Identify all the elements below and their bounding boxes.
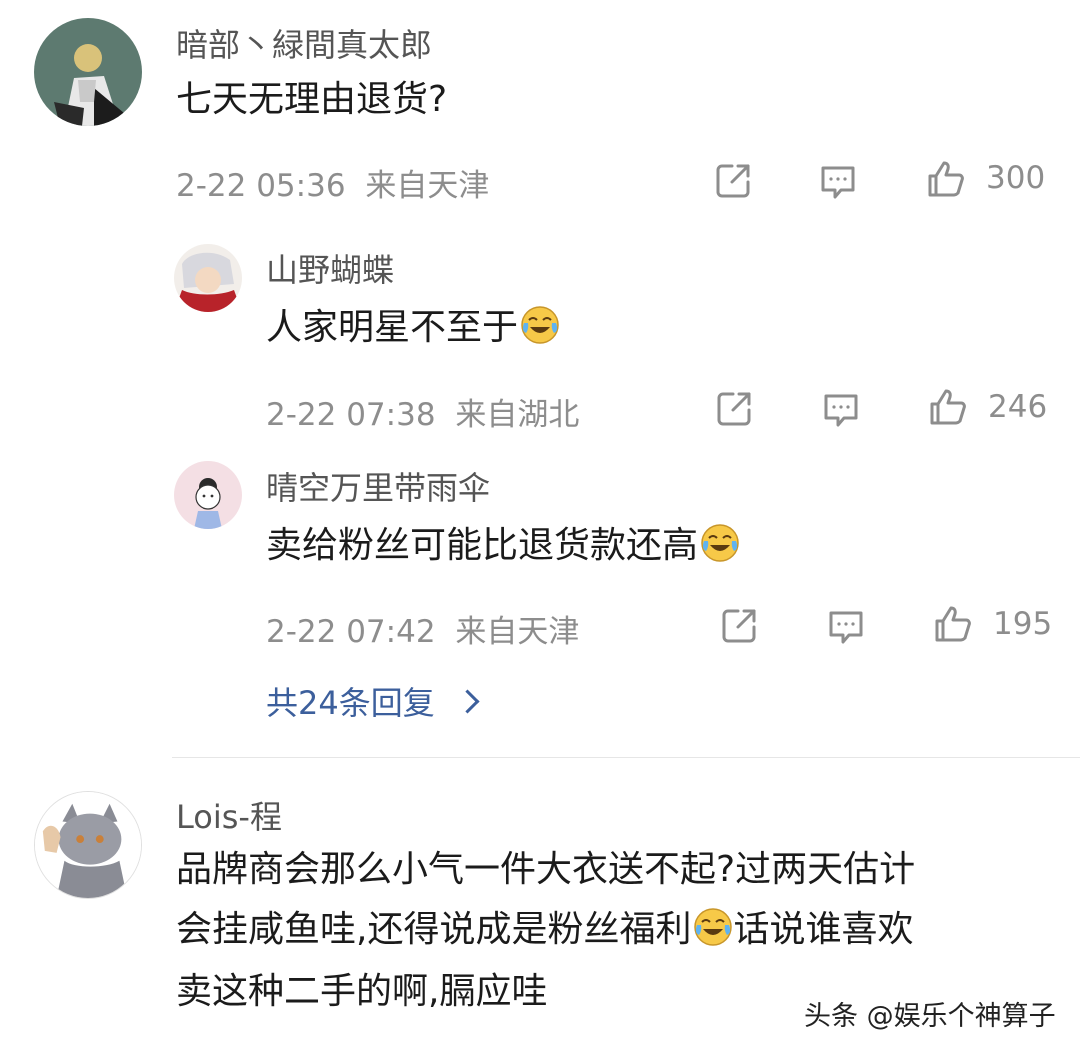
avatar[interactable] xyxy=(34,18,142,126)
comment-meta: 2-22 05:36 来自天津 xyxy=(176,160,489,205)
comment-text-segment: 会挂咸鱼哇,还得说成是粉丝福利 xyxy=(176,909,692,950)
comment-text-line: 会挂咸鱼哇,还得说成是粉丝福利 话说谁喜欢 xyxy=(176,900,913,960)
more-replies-link[interactable]: 共24条回复 xyxy=(266,678,480,724)
reply-text: 人家明星不至于 xyxy=(266,298,560,358)
avatar[interactable] xyxy=(34,791,142,899)
reply-username[interactable]: 晴空万里带雨伞 xyxy=(266,463,490,509)
chevron-right-icon xyxy=(455,689,480,714)
comment-time: 2-22 05:36 xyxy=(176,168,346,204)
comment-icon[interactable] xyxy=(820,388,862,430)
comment-location: 来自天津 xyxy=(365,168,490,204)
comment-icon[interactable] xyxy=(817,160,859,202)
thumbs-up-icon[interactable] xyxy=(925,158,967,200)
laughing-tears-emoji xyxy=(520,305,560,345)
reply-text: 卖给粉丝可能比退货款还高 xyxy=(266,516,740,576)
thumbs-up-icon[interactable] xyxy=(927,386,969,428)
more-replies-label: 共24条回复 xyxy=(266,684,435,722)
laughing-tears-emoji xyxy=(693,907,733,947)
comment-text-segment: 话说谁喜欢 xyxy=(733,909,914,950)
reply-time: 2-22 07:42 xyxy=(266,614,436,650)
avatar[interactable] xyxy=(174,244,242,312)
reply-username[interactable]: 山野蝴蝶 xyxy=(266,245,394,291)
reply-text-content: 卖给粉丝可能比退货款还高 xyxy=(266,525,699,566)
laughing-tears-emoji xyxy=(700,523,740,563)
comment-divider xyxy=(172,757,1080,758)
thumbs-up-icon[interactable] xyxy=(932,603,974,645)
reply-location: 来自天津 xyxy=(455,614,580,650)
share-icon[interactable] xyxy=(718,605,760,647)
like-count: 246 xyxy=(988,389,1048,425)
reply-meta: 2-22 07:38 来自湖北 xyxy=(266,389,579,434)
like-count: 300 xyxy=(986,160,1046,196)
comment-text: 七天无理由退货? xyxy=(176,79,448,120)
reply-meta: 2-22 07:42 来自天津 xyxy=(266,606,579,651)
comment-username[interactable]: Lois-程 xyxy=(176,792,282,838)
comment-icon[interactable] xyxy=(825,605,867,647)
reply-location: 来自湖北 xyxy=(455,397,580,433)
comment-text-line: 品牌商会那么小气一件大衣送不起?过两天估计 xyxy=(176,849,916,890)
share-icon[interactable] xyxy=(713,388,755,430)
reply-text-content: 人家明星不至于 xyxy=(266,307,519,348)
watermark: 头条 @娱乐个神算子 xyxy=(804,1001,1056,1032)
avatar[interactable] xyxy=(174,461,242,529)
comment-username[interactable]: 暗部丶緑間真太郎 xyxy=(176,20,432,66)
reply-time: 2-22 07:38 xyxy=(266,397,436,433)
like-count: 195 xyxy=(993,606,1053,642)
comment-text-line: 卖这种二手的啊,膈应哇 xyxy=(176,971,548,1012)
share-icon[interactable] xyxy=(712,160,754,202)
